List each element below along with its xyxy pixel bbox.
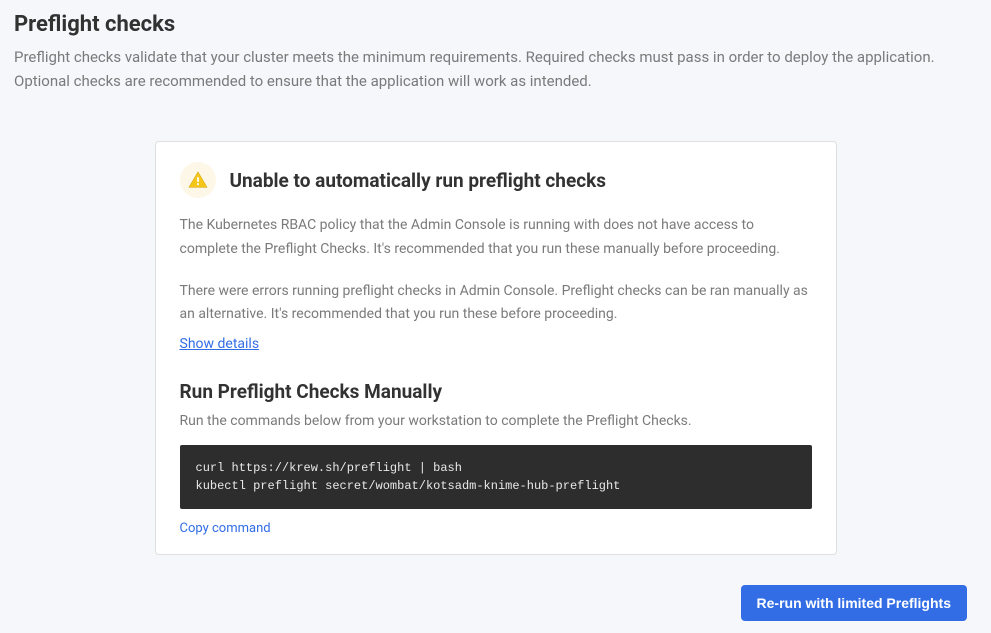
command-code-block: curl https://krew.sh/preflight | bash ku… (180, 445, 812, 509)
error-message: There were errors running preflight chec… (180, 280, 812, 328)
page-description: Preflight checks validate that your clus… (14, 45, 974, 93)
manual-run-description: Run the commands below from your worksta… (180, 413, 812, 429)
show-details-link[interactable]: Show details (180, 336, 260, 352)
rbac-message: The Kubernetes RBAC policy that the Admi… (180, 214, 812, 262)
page-title: Preflight checks (14, 12, 977, 37)
copy-command-link[interactable]: Copy command (180, 521, 271, 536)
card-header: Unable to automatically run preflight ch… (180, 162, 812, 198)
footer-actions: Re-run with limited Preflights (14, 585, 977, 621)
preflight-page: Preflight checks Preflight checks valida… (0, 0, 991, 633)
manual-run-title: Run Preflight Checks Manually (180, 380, 812, 403)
preflight-card: Unable to automatically run preflight ch… (155, 141, 837, 555)
rerun-preflights-button[interactable]: Re-run with limited Preflights (741, 585, 967, 621)
warning-icon (180, 162, 216, 198)
card-title: Unable to automatically run preflight ch… (230, 169, 607, 192)
